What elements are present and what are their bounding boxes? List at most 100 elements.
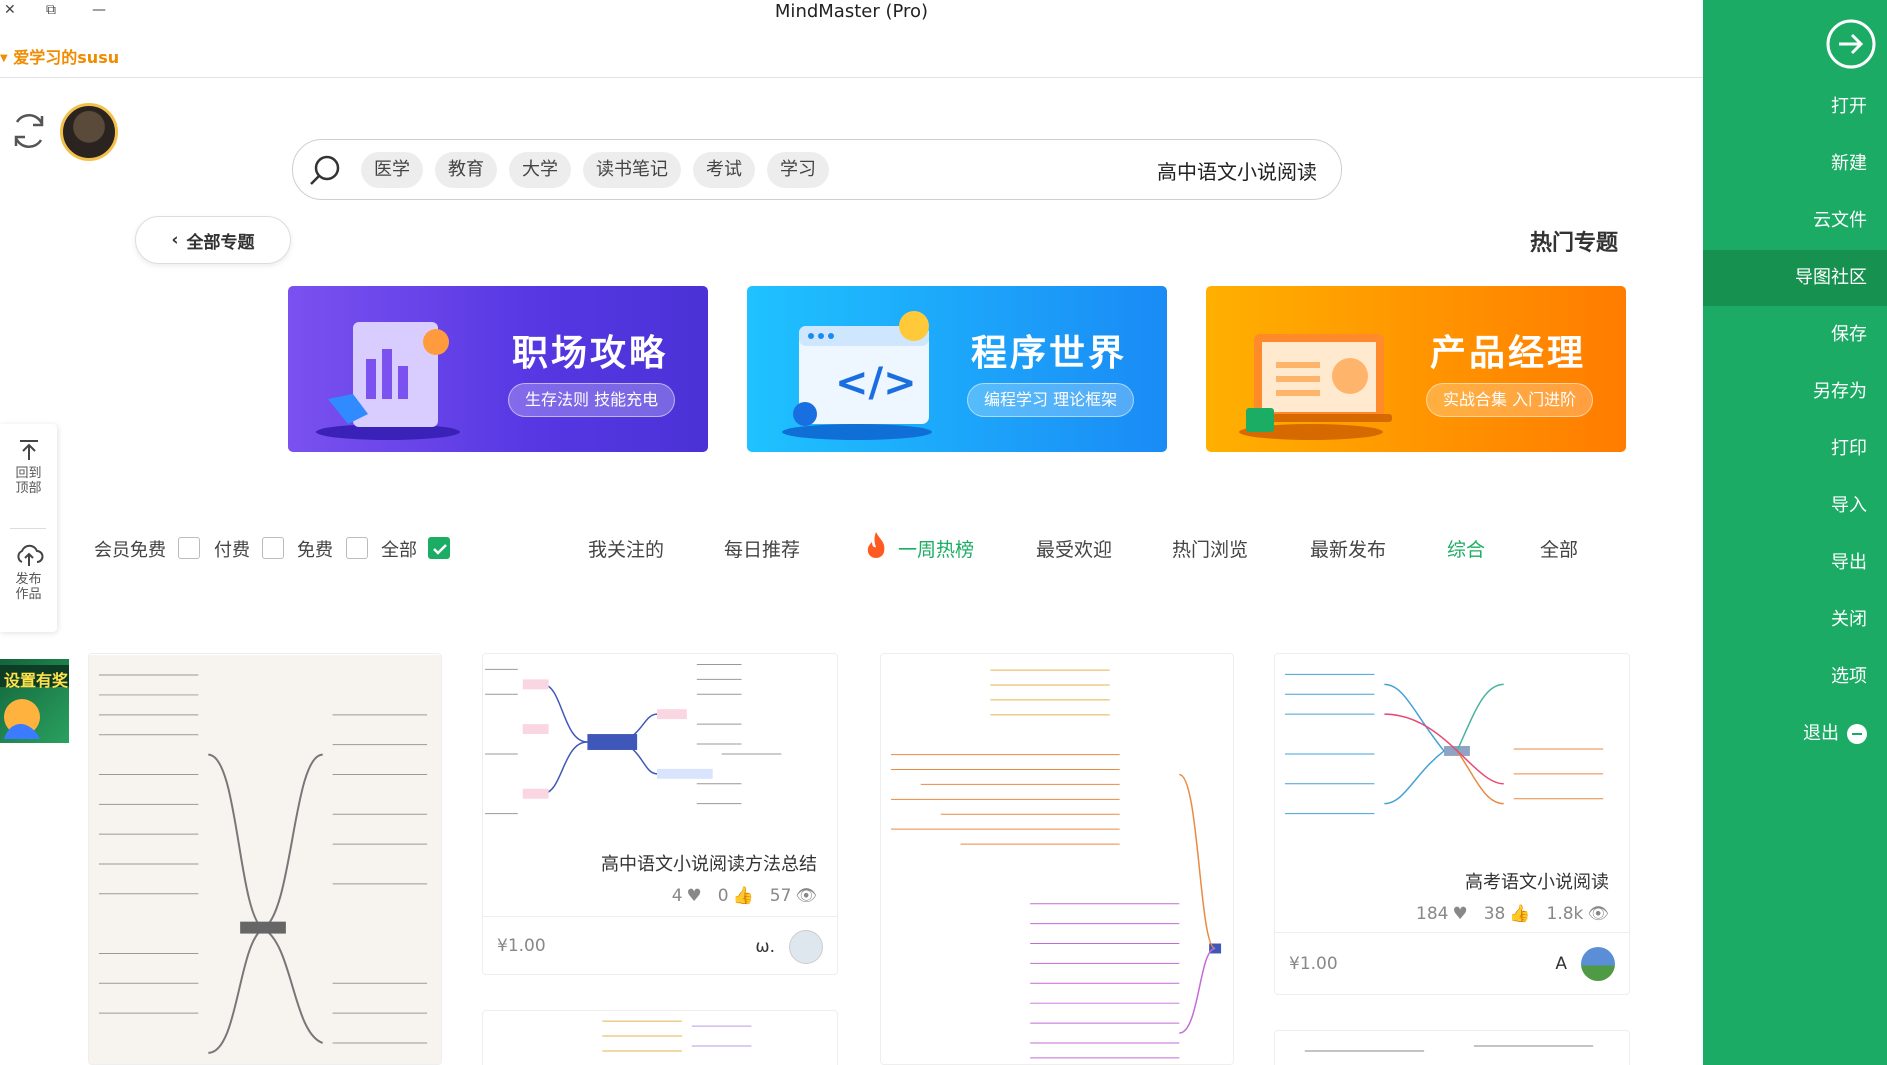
search-tag[interactable]: 学习 bbox=[767, 152, 829, 188]
banner-subtitle: 实战合集 入门进阶 bbox=[1426, 383, 1594, 417]
mindmap-thumbnail bbox=[890, 669, 1222, 1059]
user-menu[interactable]: ▼ 爱学习的susu bbox=[0, 44, 119, 68]
views-stat: 57 👁 bbox=[770, 886, 817, 906]
banner-title: 产品经理 bbox=[1430, 333, 1587, 374]
filter-all-checkbox[interactable] bbox=[428, 537, 450, 559]
sidebar-item-export[interactable]: 导出 bbox=[1703, 535, 1887, 591]
sidebar-item-options[interactable]: 选项 bbox=[1703, 649, 1887, 705]
views-stat: 1.8k 👁 bbox=[1547, 904, 1609, 924]
laptop-illustration bbox=[1239, 334, 1392, 440]
tab-most-popular[interactable]: 最受欢迎 bbox=[1036, 535, 1112, 562]
check-icon bbox=[433, 544, 447, 555]
refresh-icon[interactable] bbox=[8, 110, 50, 152]
publish-button[interactable]: 发布 作品 bbox=[0, 542, 57, 602]
filter-paid-label: 付费 bbox=[214, 540, 250, 561]
filter-free-checkbox[interactable] bbox=[346, 537, 368, 559]
map-card[interactable] bbox=[880, 653, 1234, 1065]
card-stats: 4 ♥ 0 👍 57 👁 bbox=[672, 886, 817, 906]
heart-icon: ♥ bbox=[1452, 904, 1468, 924]
card-author[interactable]: A bbox=[1555, 954, 1567, 974]
search-icon[interactable] bbox=[307, 153, 343, 189]
thumbs-up-icon: 👍 bbox=[732, 886, 754, 906]
map-card[interactable]: 高中语文小说阅读方法总结 4 ♥ 0 👍 57 👁 ¥1.00 ω. bbox=[482, 653, 838, 975]
search-tags: 医学 教育 大学 读书笔记 考试 学习 bbox=[361, 152, 829, 188]
section-title: 热门专题 bbox=[1530, 231, 1619, 256]
mindmap-thumbnail bbox=[484, 663, 782, 815]
window-title: MindMaster (Pro) bbox=[774, 1, 929, 22]
promo-text: 设置有奖 bbox=[4, 671, 69, 690]
sidebar-item-label: 退出 bbox=[1803, 723, 1839, 744]
views-count: 57 bbox=[769, 886, 792, 906]
sidebar-item-new[interactable]: 新建 bbox=[1703, 136, 1887, 192]
mindmap-thumbnail bbox=[1284, 673, 1604, 815]
sidebar-item-save-as[interactable]: 另存为 bbox=[1703, 364, 1887, 420]
mindmap-thumbnail bbox=[89, 655, 441, 1064]
card-divider bbox=[483, 916, 837, 917]
sidebar-item-open[interactable]: 打开 bbox=[1703, 79, 1887, 135]
banner-product-manager[interactable]: 产品经理 实战合集 入门进阶 bbox=[1206, 286, 1626, 452]
header-divider bbox=[0, 77, 1703, 78]
map-card[interactable] bbox=[1274, 1030, 1630, 1065]
tab-hot-views[interactable]: 热门浏览 bbox=[1172, 535, 1248, 562]
filter-free-label: 免费 bbox=[297, 540, 333, 561]
thumbs-up-icon: 👍 bbox=[1509, 904, 1531, 924]
search-tag[interactable]: 读书笔记 bbox=[583, 152, 681, 188]
map-card[interactable] bbox=[482, 1010, 838, 1065]
tab-latest[interactable]: 最新发布 bbox=[1310, 535, 1386, 562]
user-name: 爱学习的susu bbox=[13, 48, 120, 67]
tab-daily-recommend[interactable]: 每日推荐 bbox=[724, 535, 800, 562]
views-count: 1.8k bbox=[1546, 904, 1584, 924]
sidebar-item-cloud-files[interactable]: 云文件 bbox=[1703, 193, 1887, 249]
hearts-stat: 184 ♥ bbox=[1416, 904, 1468, 924]
author-avatar[interactable] bbox=[789, 930, 823, 964]
card-divider bbox=[1275, 932, 1629, 933]
sidebar-item-import[interactable]: 导入 bbox=[1703, 478, 1887, 534]
panel-divider bbox=[10, 528, 46, 529]
map-card[interactable] bbox=[88, 653, 442, 1065]
arrow-up-icon bbox=[19, 440, 38, 460]
arrow-right-circle-icon[interactable] bbox=[1825, 18, 1877, 70]
search-bar[interactable]: 医学 教育 大学 读书笔记 考试 学习 bbox=[292, 139, 1342, 200]
eye-icon: 👁 bbox=[1587, 904, 1609, 924]
eye-icon: 👁 bbox=[795, 886, 817, 906]
banner-subtitle: 生存法则 技能充电 bbox=[508, 383, 676, 417]
likes-stat: 0 👍 bbox=[718, 886, 754, 906]
mindmap-thumbnail bbox=[1304, 1045, 1594, 1052]
promo-image[interactable]: 设置有奖 bbox=[0, 659, 69, 743]
search-input[interactable] bbox=[1057, 153, 1317, 187]
likes-stat: 38 👍 bbox=[1484, 904, 1531, 924]
tab-all[interactable]: 全部 bbox=[1540, 535, 1578, 562]
filter-member-free-checkbox[interactable] bbox=[178, 537, 200, 559]
tab-weekly-hot[interactable]: 一周热榜 bbox=[898, 535, 974, 562]
user-avatar[interactable] bbox=[60, 103, 118, 161]
flame-icon bbox=[862, 530, 890, 566]
banner-career[interactable]: 职场攻略 生存法则 技能充电 bbox=[288, 286, 708, 452]
back-to-top-label-2: 顶部 bbox=[15, 481, 42, 496]
sidebar-item-community[interactable]: 导图社区 bbox=[1703, 250, 1887, 306]
search-tag[interactable]: 教育 bbox=[435, 152, 497, 188]
map-card[interactable]: 高考语文小说阅读 184 ♥ 38 👍 1.8k 👁 ¥1.00 A bbox=[1274, 653, 1630, 995]
sidebar-item-exit[interactable]: 退出 bbox=[1703, 706, 1887, 762]
author-avatar[interactable] bbox=[1581, 947, 1615, 981]
filter-paid-checkbox[interactable] bbox=[262, 537, 284, 559]
code-window-illustration: </> bbox=[782, 311, 932, 440]
hearts-count: 184 bbox=[1416, 904, 1449, 924]
tab-overall[interactable]: 综合 bbox=[1447, 535, 1485, 562]
likes-count: 0 bbox=[717, 886, 729, 906]
all-topics-button[interactable]: ‹ 全部专题 bbox=[135, 216, 291, 264]
career-illustration bbox=[316, 322, 460, 440]
minus-circle-icon bbox=[1847, 724, 1867, 744]
banner-programming[interactable]: </> 程序世界 编程学习 理论框架 bbox=[747, 286, 1167, 452]
search-tag[interactable]: 考试 bbox=[693, 152, 755, 188]
chevron-down-icon: ▼ bbox=[0, 53, 8, 64]
tab-following[interactable]: 我关注的 bbox=[588, 535, 664, 562]
heart-icon: ♥ bbox=[686, 886, 702, 906]
sidebar-item-print[interactable]: 打印 bbox=[1703, 421, 1887, 477]
search-tag[interactable]: 大学 bbox=[509, 152, 571, 188]
card-author[interactable]: ω. bbox=[755, 937, 775, 957]
card-title: 高中语文小说阅读方法总结 bbox=[601, 854, 817, 875]
sidebar-item-save[interactable]: 保存 bbox=[1703, 307, 1887, 363]
sidebar-item-close[interactable]: 关闭 bbox=[1703, 592, 1887, 648]
back-to-top-button[interactable]: 回到 顶部 bbox=[0, 438, 57, 496]
search-tag[interactable]: 医学 bbox=[361, 152, 423, 188]
